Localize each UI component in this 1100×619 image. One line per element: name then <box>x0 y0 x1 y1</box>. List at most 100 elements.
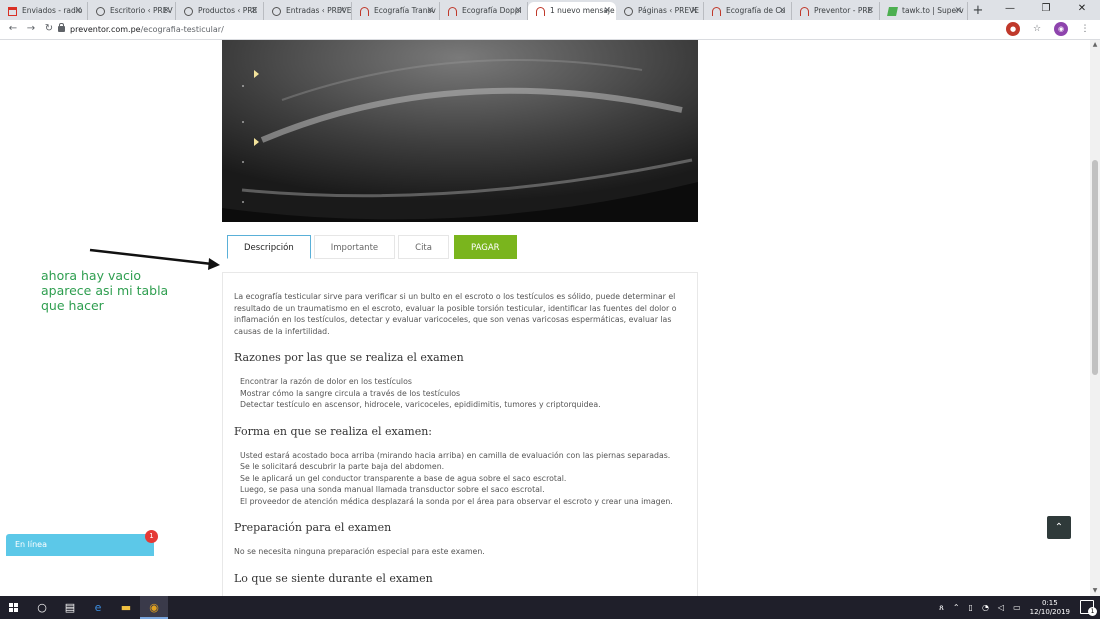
file-explorer-icon[interactable]: ▬ <box>112 596 140 619</box>
browser-tab[interactable]: Enviados - radio ✕ <box>0 2 88 20</box>
tab-importante[interactable]: Importante <box>313 235 396 259</box>
taskbar: ○ ▤ e ▬ ◉ ጸ ⌃ ▯ ◔ ◁ ▭ 0:15 12/10/2019 1 <box>0 596 1100 619</box>
people-icon[interactable]: ጸ <box>939 603 944 613</box>
close-tab-icon[interactable]: ✕ <box>514 2 522 20</box>
pay-button[interactable]: PAGAR <box>453 235 517 259</box>
url-path: /ecografia-testicular/ <box>140 25 224 34</box>
volume-icon[interactable]: ◁ <box>998 603 1004 612</box>
close-tab-icon[interactable]: ✕ <box>954 2 962 20</box>
list-item: Encontrar la razón de dolor en los testí… <box>240 377 412 386</box>
windows-icon <box>9 603 18 612</box>
section-heading: Preparación para el examen <box>234 521 392 534</box>
wordpress-icon <box>184 7 193 16</box>
chat-widget[interactable]: En línea <box>6 534 154 556</box>
browser-tab[interactable]: Preventor - PRE ✕ <box>792 2 880 20</box>
tawk-icon <box>887 7 898 16</box>
section-heading: Lo que se siente durante el examen <box>234 571 433 585</box>
chrome-icon[interactable]: ◉ <box>140 596 168 619</box>
star-icon[interactable]: ☆ <box>1030 22 1044 36</box>
close-tab-icon[interactable]: ✕ <box>778 2 786 20</box>
list-item: Mostrar cómo la sangre circula a través … <box>240 388 461 398</box>
preventor-icon <box>800 7 809 16</box>
close-tab-icon[interactable]: ✕ <box>74 2 82 20</box>
tab-cita[interactable]: Cita <box>398 235 449 259</box>
section-heading: Razones por las que se realiza el examen <box>234 351 464 364</box>
wordpress-icon <box>624 7 633 16</box>
battery-icon[interactable]: ▯ <box>969 603 973 612</box>
list-item: Se le aplicará un gel conductor transpar… <box>240 473 567 483</box>
annotation-note: ahora hay vacio aparece asi mi tabla que… <box>41 268 169 313</box>
chevron-up-icon[interactable]: ⌃ <box>953 603 960 612</box>
close-window-icon[interactable]: ✕ <box>1064 0 1100 20</box>
url-field[interactable]: preventor.com.pe/ecografia-testicular/ <box>58 22 1018 37</box>
gmail-icon <box>8 7 17 16</box>
browser-tab[interactable]: Entradas ‹ PREVE ✕ <box>264 2 352 20</box>
scrollbar-thumb[interactable] <box>1092 160 1098 375</box>
close-tab-icon[interactable]: ✕ <box>426 2 434 20</box>
browser-tab[interactable]: Productos ‹ PRE ✕ <box>176 2 264 20</box>
address-bar: ← → ↻ preventor.com.pe/ecografia-testicu… <box>0 20 1100 40</box>
window-controls: — ❐ ✕ <box>992 0 1100 20</box>
close-tab-icon[interactable]: ✕ <box>690 2 698 20</box>
preventor-icon <box>360 7 369 16</box>
browser-tab[interactable]: tawk.to | Superv ✕ <box>880 2 968 20</box>
tab-descripcion[interactable]: Descripción <box>227 235 311 259</box>
reload-icon[interactable]: ↻ <box>42 22 56 36</box>
system-tray: ጸ ⌃ ▯ ◔ ◁ ▭ 0:15 12/10/2019 <box>939 596 1070 619</box>
browser-tab-bar: Enviados - radio ✕ Escritorio ‹ PREV ✕ Pro… <box>0 0 1100 20</box>
back-icon[interactable]: ← <box>6 22 20 36</box>
task-view-icon[interactable]: ▤ <box>56 596 84 619</box>
browser-tab[interactable]: Páginas ‹ PREVE ✕ <box>616 2 704 20</box>
windows-start-button[interactable] <box>0 596 28 619</box>
url-domain: preventor.com.pe <box>70 25 141 34</box>
notification-badge: 1 <box>1088 607 1097 616</box>
close-tab-icon[interactable]: ✕ <box>866 2 874 20</box>
language-icon[interactable]: ▭ <box>1013 603 1021 612</box>
section-heading: Forma en que se realiza el examen: <box>234 424 433 438</box>
list-item: Usted estará acostado boca arriba (miran… <box>240 450 671 460</box>
browser-tab[interactable]: Ecografía Transv ✕ <box>352 2 440 20</box>
profile-avatar-icon[interactable]: ◉ <box>1054 22 1068 36</box>
close-tab-icon[interactable]: ✕ <box>250 2 258 20</box>
procedure-list: Usted estará acostado boca arriba (miran… <box>234 450 686 508</box>
intro-paragraph: La ecografía testicular sirve para verif… <box>234 292 677 336</box>
list-item: El proveedor de atención médica desplaza… <box>240 496 673 506</box>
minimize-icon[interactable]: — <box>992 0 1028 20</box>
close-tab-icon[interactable]: ✕ <box>603 2 611 20</box>
new-tab-button[interactable]: + <box>968 2 988 20</box>
forward-icon[interactable]: → <box>24 22 38 36</box>
extension-icon[interactable]: ● <box>1006 22 1020 36</box>
scroll-up-icon[interactable]: ▲ <box>1090 40 1100 50</box>
lock-icon <box>58 23 65 32</box>
menu-kebab-icon[interactable]: ⋮ <box>1078 22 1092 36</box>
browser-tab[interactable]: Ecografía de Cu ✕ <box>704 2 792 20</box>
list-item: Luego, se pasa una sonda manual llamada … <box>240 485 545 494</box>
restore-icon[interactable]: ❐ <box>1028 0 1064 20</box>
wordpress-icon <box>96 7 105 16</box>
chat-unread-badge: 1 <box>145 530 158 543</box>
preventor-icon <box>712 7 721 16</box>
page-scrollbar[interactable]: ▲ ▼ <box>1090 40 1100 596</box>
ultrasound-image <box>222 40 698 222</box>
scroll-down-icon[interactable]: ▼ <box>1090 586 1100 596</box>
product-tabs: Descripción Importante Cita PAGAR <box>227 235 517 259</box>
list-item: Detectar testículo en ascensor, hidrocel… <box>240 400 601 409</box>
preventor-icon <box>536 7 545 16</box>
browser-tab-active[interactable]: 1 nuevo mensaje ✕ <box>528 2 616 20</box>
browser-tab[interactable]: Ecografía Doppl ✕ <box>440 2 528 20</box>
system-clock[interactable]: 0:15 12/10/2019 <box>1030 599 1070 617</box>
edge-icon[interactable]: e <box>84 596 112 619</box>
preparation-text: No se necesita ninguna preparación espec… <box>234 547 485 556</box>
page-viewport: Descripción Importante Cita PAGAR La eco… <box>0 40 1090 596</box>
description-panel: La ecografía testicular sirve para verif… <box>222 272 698 596</box>
browser-tab[interactable]: Escritorio ‹ PREV ✕ <box>88 2 176 20</box>
preventor-icon <box>448 7 457 16</box>
scroll-to-top-button[interactable]: ⌃ <box>1047 516 1071 539</box>
search-icon[interactable]: ○ <box>28 596 56 619</box>
reasons-list: Encontrar la razón de dolor en los testí… <box>234 376 686 411</box>
close-tab-icon[interactable]: ✕ <box>162 2 170 20</box>
wordpress-icon <box>272 7 281 16</box>
network-icon[interactable]: ◔ <box>982 603 989 612</box>
list-item: Se le solicitará descubrir la parte baja… <box>240 462 445 471</box>
close-tab-icon[interactable]: ✕ <box>338 2 346 20</box>
